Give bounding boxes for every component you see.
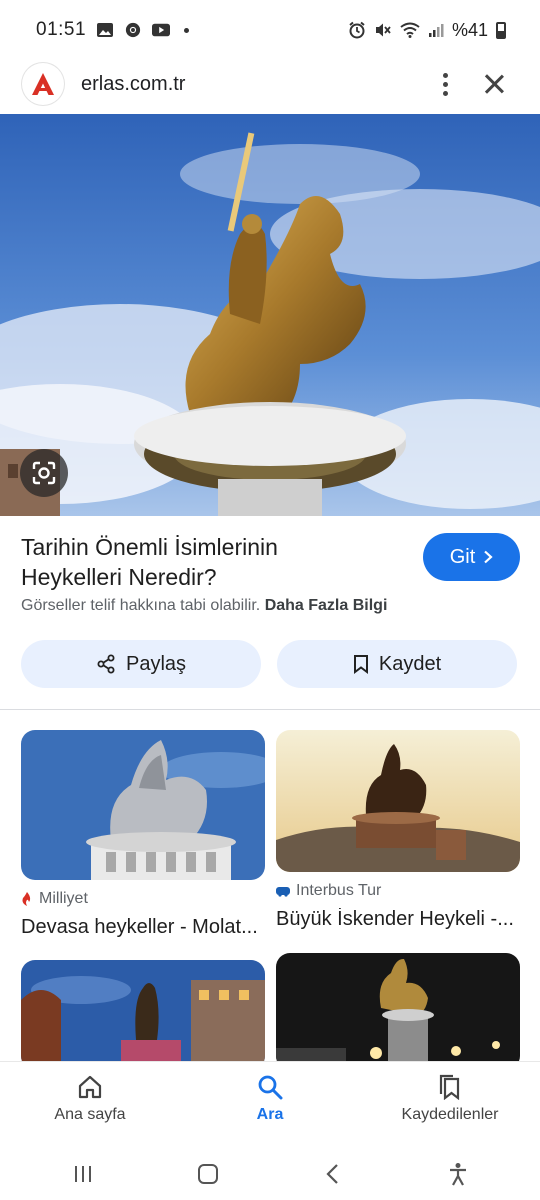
search-icon [258,1075,283,1100]
related-thumbnail [276,953,520,1070]
nav-search-label: Ara [256,1106,284,1123]
browser-top-bar: erlas.com.tr [0,56,540,112]
divider [0,709,540,710]
related-card[interactable]: Milliyet Devasa heykeller - Molat... [21,730,265,939]
related-source: Interbus Tur [276,882,520,900]
share-label: Paylaş [125,652,187,675]
visit-label: Git [449,545,476,568]
signal-icon [428,24,444,37]
gallery-icon [97,23,114,37]
accessibility-icon[interactable] [447,1162,469,1186]
statue-image [0,114,540,516]
site-url[interactable]: erlas.com.tr [81,73,185,96]
top-actions [443,72,518,96]
nav-home-label: Ana sayfa [54,1106,126,1123]
related-title: Büyük İskender Heykeli -... [276,908,514,930]
save-button[interactable]: Kaydet [277,640,517,688]
hero-image[interactable] [0,114,540,516]
back-icon[interactable] [322,1163,344,1185]
related-card[interactable] [276,953,520,1070]
related-title: Devasa heykeller - Molat... [21,916,258,938]
related-thumbnail [21,960,265,1070]
milliyet-logo-icon [22,892,31,906]
related-source: Milliyet [21,890,265,908]
related-thumbnail [276,730,520,872]
interbus-logo-icon [276,887,290,897]
related-card[interactable]: Interbus Tur Büyük İskender Heykeli -... [276,730,520,931]
status-time: 01:51 [36,19,87,40]
status-right: %41 [348,20,506,41]
wifi-icon [400,22,420,38]
result-title[interactable]: Tarihin Önemli İsimlerinin Heykelleri Ne… [21,532,361,592]
nav-saved-label: Kaydedilenler [401,1106,499,1123]
bottom-navigation: Ana sayfa Ara Kaydedilenler [0,1062,540,1148]
battery-percent: %41 [451,19,488,40]
copyright-notice: Görseller telif hakkına tabi olabilir. D… [21,597,387,615]
nav-home[interactable]: Ana sayfa [0,1062,180,1148]
recent-apps-icon[interactable] [72,1163,94,1185]
more-options-icon[interactable] [443,72,448,96]
nav-search[interactable]: Ara [180,1062,360,1148]
home-icon [78,1075,102,1099]
related-source-name: Interbus Tur [296,882,382,899]
battery-icon [496,21,506,39]
chrome-icon [125,22,141,38]
related-thumbnail [21,730,265,880]
google-lens-button[interactable] [20,449,68,497]
notification-dot [184,27,190,33]
share-icon [97,654,115,674]
site-logo [22,63,64,105]
chevron-right-icon [484,550,493,564]
erlas-logo-icon [32,73,54,95]
related-card[interactable] [21,960,265,1070]
youtube-icon [152,23,171,37]
copyright-text: Görseller telif hakkına tabi olabilir. [21,597,261,614]
close-icon[interactable] [484,74,504,94]
visit-button[interactable]: Git [423,533,520,581]
alarm-icon [349,21,365,39]
bookmark-icon [353,655,368,674]
status-bar: 01:51 %41 [0,0,540,60]
mute-icon [375,23,391,37]
system-navigation-bar [0,1148,540,1200]
share-button[interactable]: Paylaş [21,640,261,688]
lens-icon [32,461,56,485]
home-button-icon[interactable] [197,1163,219,1185]
status-left: 01:51 [36,19,190,41]
more-info-link[interactable]: Daha Fazla Bilgi [265,597,388,614]
related-source-name: Milliyet [39,890,88,907]
save-label: Kaydet [378,652,442,675]
nav-saved[interactable]: Kaydedilenler [360,1062,540,1148]
bookmarks-icon [439,1074,460,1100]
